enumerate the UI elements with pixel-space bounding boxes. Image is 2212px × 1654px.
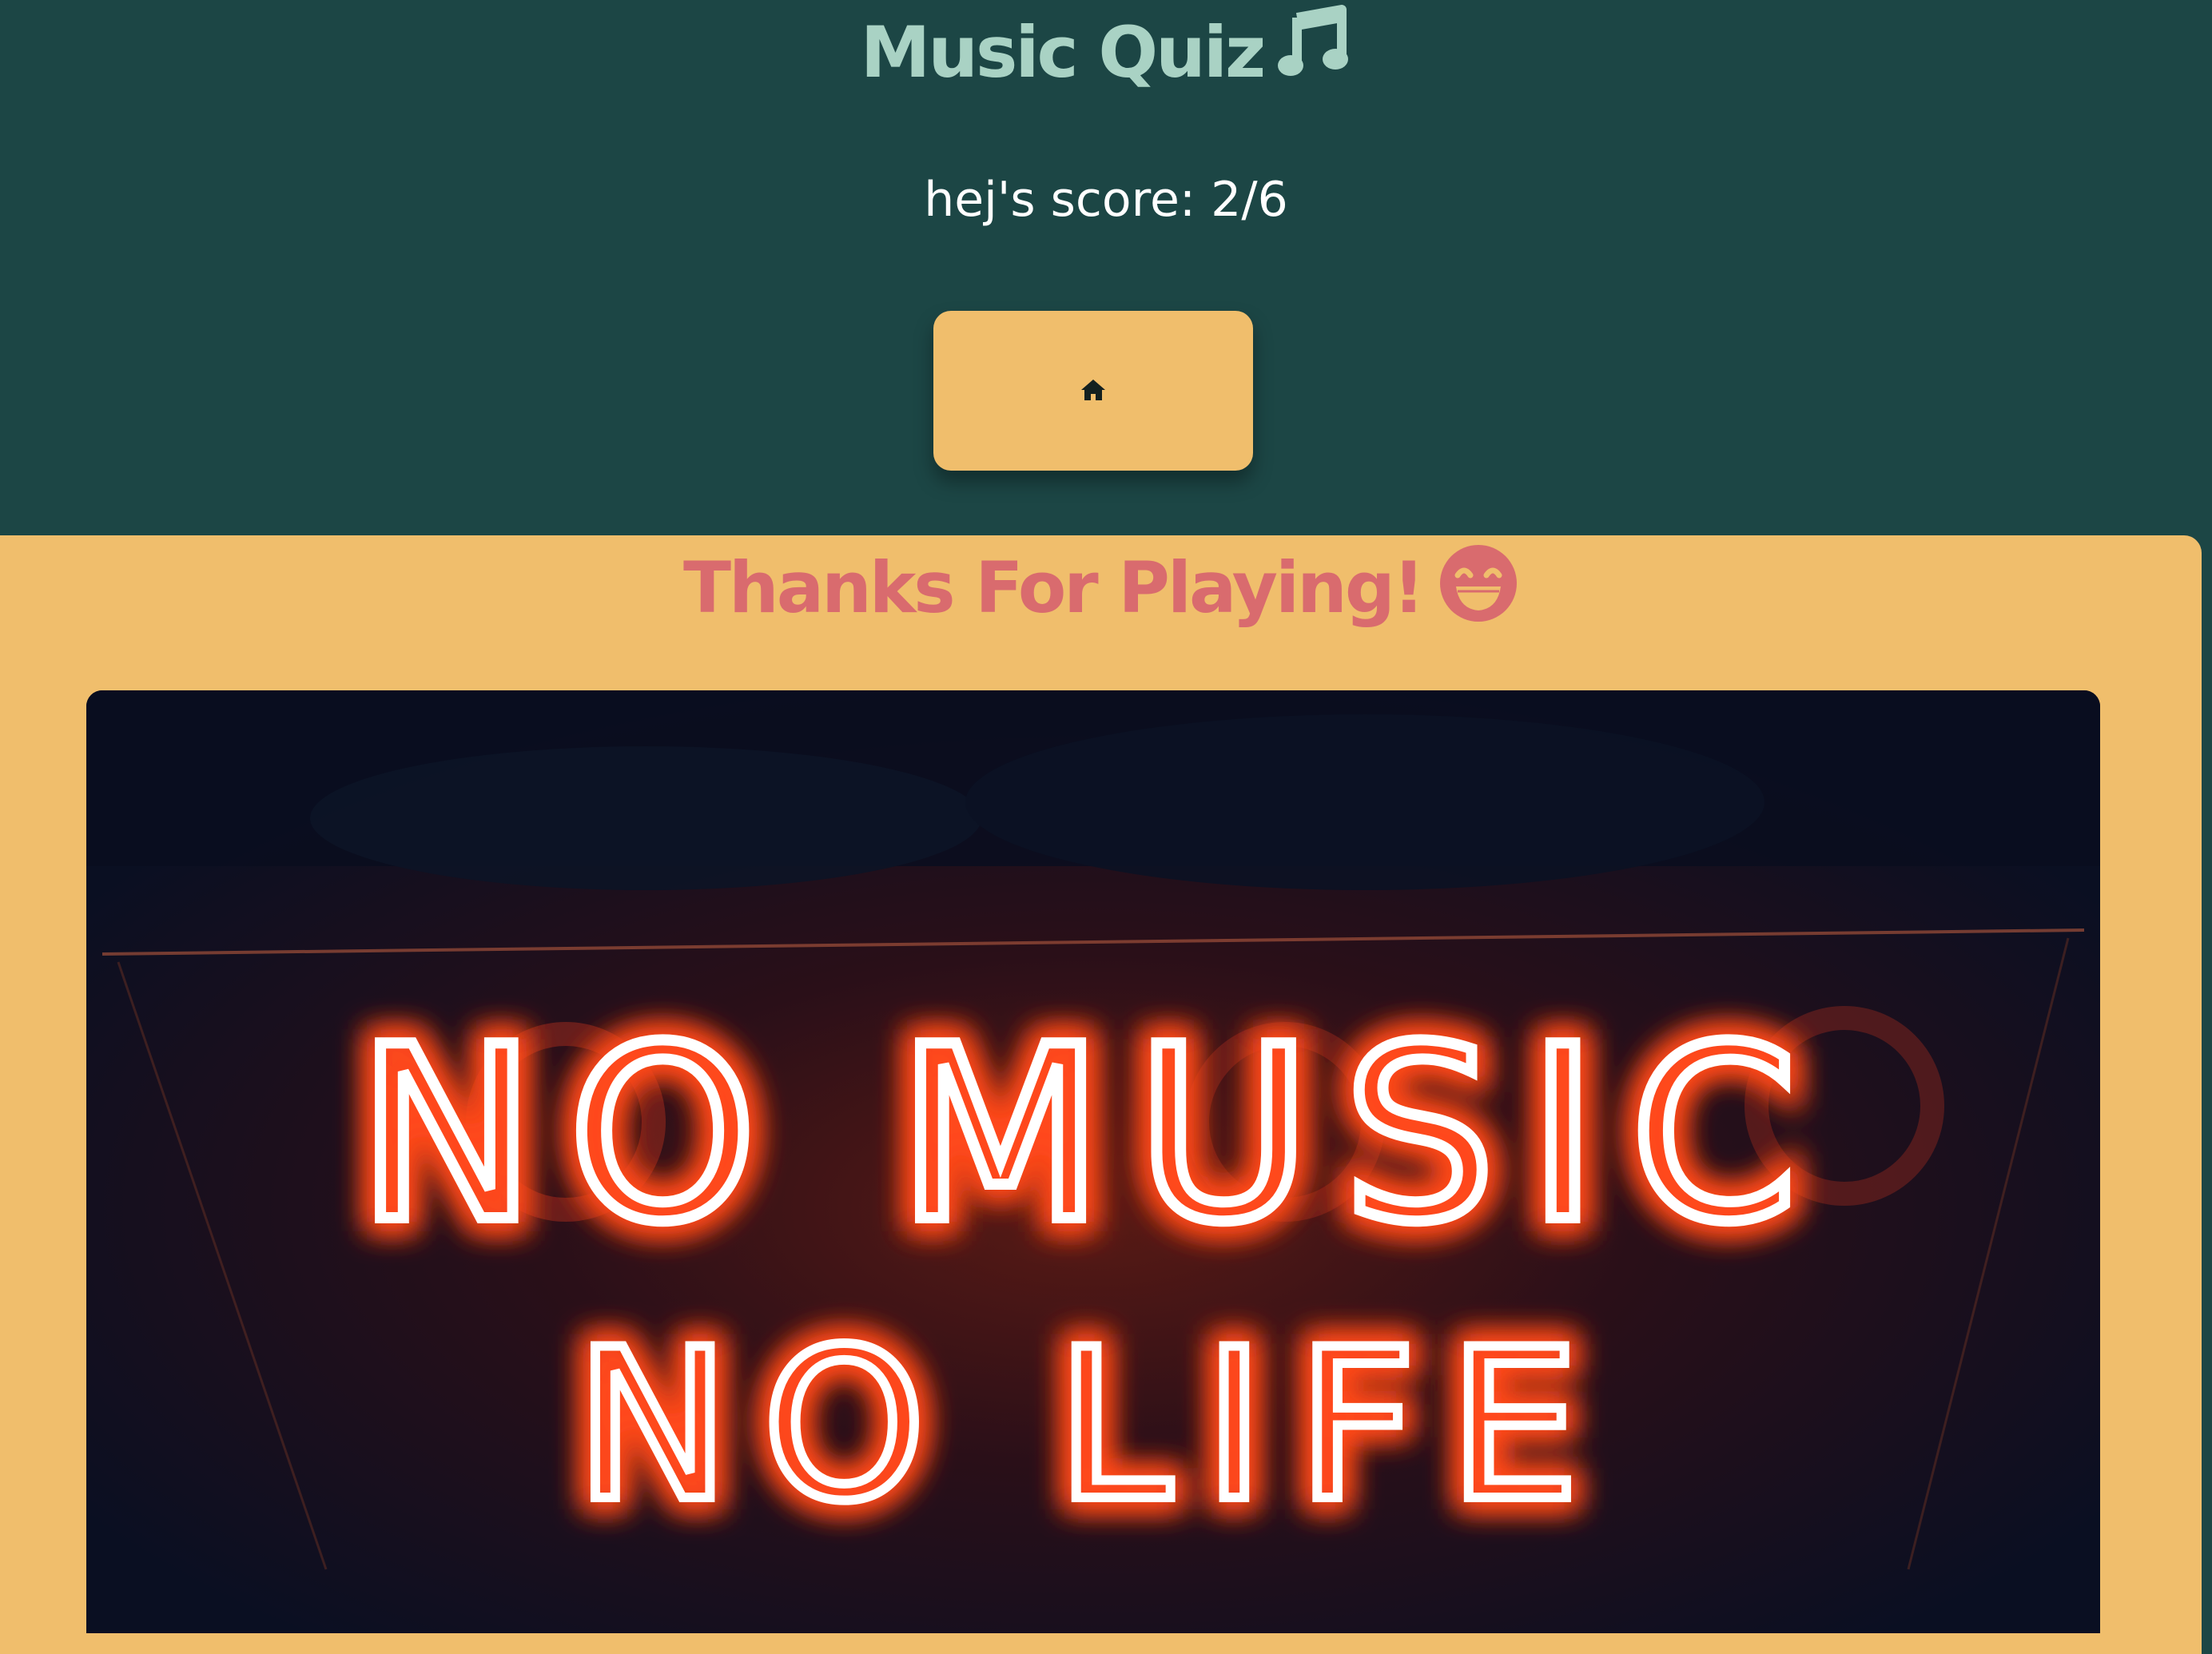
music-note-icon xyxy=(1275,5,1351,105)
app-title-text: Music Quiz xyxy=(860,11,1266,93)
home-button[interactable] xyxy=(933,311,1253,471)
score-text: hej's score: 2/6 xyxy=(924,172,1288,228)
thanks-heading-text: Thanks For Playing! xyxy=(683,547,1425,629)
header: Music Quiz hej's score: 2/6 xyxy=(0,0,2212,535)
home-icon xyxy=(1080,378,1107,404)
thanks-heading: Thanks For Playing! xyxy=(0,535,2202,647)
grinning-face-icon xyxy=(1438,543,1518,647)
sign-line-2: NO LIFE xyxy=(575,1306,1611,1547)
neon-sign-image: NO MUSIC NO MUSIC NO LIFE NO LIFE xyxy=(86,690,2100,1633)
app-title: Music Quiz xyxy=(0,5,2212,105)
sign-line-1: NO MUSIC xyxy=(357,996,1830,1274)
